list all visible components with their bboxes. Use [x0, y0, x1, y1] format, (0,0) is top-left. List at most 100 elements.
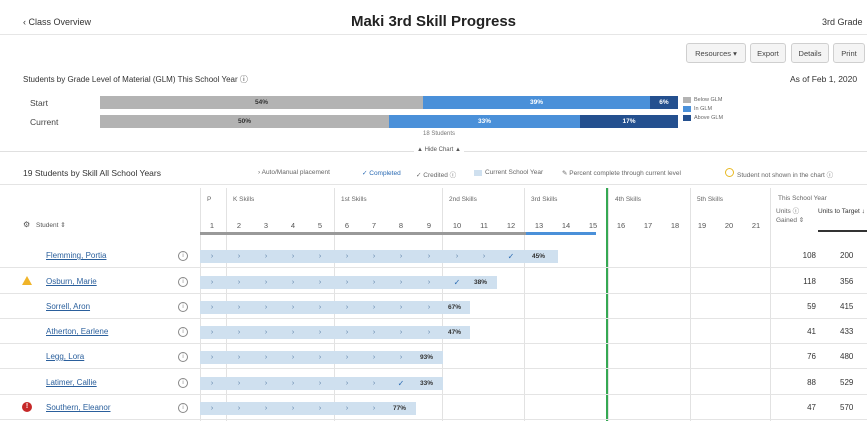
placement-arrow-icon: ›	[372, 405, 376, 412]
start-below-pct: 54%	[254, 99, 268, 106]
placement-arrow-icon: ›	[345, 380, 349, 387]
skill-number-19: 19	[697, 221, 707, 230]
group-separator-end	[770, 188, 771, 421]
student-info-icon[interactable]: i	[178, 251, 188, 261]
placement-arrow-icon: ›	[264, 279, 268, 286]
placement-arrow-icon: ›	[372, 304, 376, 311]
current-above-pct: 17%	[622, 118, 636, 125]
placement-arrow-icon: ›	[427, 279, 431, 286]
group-separator-4	[524, 188, 525, 421]
warning-icon	[22, 276, 32, 285]
skill-number-2: 2	[236, 221, 242, 230]
skill-group-2: 1st Skills	[341, 196, 367, 203]
placement-arrow-icon: ›	[345, 354, 349, 361]
legend-current-year: Current School Year	[485, 169, 544, 176]
placement-arrow-icon: ›	[372, 329, 376, 336]
legend-above-label: Above GLM	[694, 115, 724, 121]
grade-label: 3rd Grade	[822, 17, 863, 27]
student-name-link[interactable]: Atherton, Earlene	[46, 327, 108, 336]
units-to-target-header[interactable]: Units to Target ↓	[818, 207, 867, 216]
placement-arrow-icon: ›	[345, 279, 349, 286]
student-info-icon[interactable]: i	[178, 403, 188, 413]
start-above-glm-segment: 6%	[650, 96, 678, 109]
start-below-glm-segment: 54%	[100, 96, 423, 109]
placement-arrow-icon: ›	[264, 354, 268, 361]
export-button[interactable]: Export	[750, 43, 786, 63]
units-gained-value: 41	[807, 327, 816, 336]
row-divider	[0, 368, 867, 369]
student-info-icon[interactable]: i	[178, 277, 188, 287]
student-info-icon[interactable]: i	[178, 352, 188, 362]
skill-number-16: 16	[616, 221, 626, 230]
student-info-icon[interactable]: i	[178, 378, 188, 388]
row-divider	[0, 419, 867, 420]
resources-button[interactable]: Resources ▾	[686, 43, 746, 63]
skill-number-5: 5	[317, 221, 323, 230]
placement-arrow-icon: ›	[399, 354, 403, 361]
current-row-label: Current	[30, 117, 59, 127]
placement-arrow-icon: ›	[264, 253, 268, 260]
current-below-pct: 50%	[237, 118, 251, 125]
legend-below-label: Below GLM	[694, 97, 723, 103]
skill-number-6: 6	[344, 221, 350, 230]
placement-arrow-icon: ›	[372, 253, 376, 260]
group-separator-5	[608, 188, 609, 421]
row-divider	[0, 394, 867, 395]
legend-completed: ✓ Completed	[362, 170, 401, 177]
skills-progress-gray-bar	[200, 232, 526, 235]
completed-check-icon: ✓	[507, 252, 515, 261]
student-name-link[interactable]: Legg, Lora	[46, 352, 84, 361]
skill-group-6: 5th Skills	[697, 196, 724, 203]
skill-group-0: P	[207, 196, 212, 203]
percent-complete: 45%	[532, 253, 546, 260]
placement-arrow-icon: ›	[264, 329, 268, 336]
units-to-target-value: 200	[840, 251, 854, 260]
units-to-target-value: 356	[840, 277, 854, 286]
placement-arrow-icon: ›	[291, 354, 295, 361]
placement-arrow-icon: ›	[291, 279, 295, 286]
placement-arrow-icon: ›	[210, 380, 214, 387]
placement-arrow-icon: ›	[291, 253, 295, 260]
skill-number-17: 17	[643, 221, 653, 230]
skill-number-9: 9	[426, 221, 432, 230]
student-name-link[interactable]: Osburn, Marie	[46, 277, 97, 286]
placement-arrow-icon: ›	[237, 405, 241, 412]
placement-arrow-icon: ›	[345, 253, 349, 260]
placement-arrow-icon: ›	[237, 253, 241, 260]
skill-number-3: 3	[263, 221, 269, 230]
placement-arrow-icon: ›	[399, 253, 403, 260]
legend-in-label: In GLM	[694, 106, 713, 112]
hide-chart-toggle[interactable]: ▲ Hide Chart ▲	[414, 147, 464, 153]
skills-header-divider	[0, 184, 867, 185]
student-name-link[interactable]: Latimer, Callie	[46, 378, 97, 387]
completed-check-icon: ✓	[453, 278, 461, 287]
placement-arrow-icon: ›	[291, 380, 295, 387]
percent-complete: 33%	[420, 380, 434, 387]
placement-arrow-icon: ›	[210, 253, 214, 260]
student-info-icon[interactable]: i	[178, 327, 188, 337]
student-name-link[interactable]: Sorrell, Aron	[46, 302, 90, 311]
placement-arrow-icon: ›	[399, 279, 403, 286]
placement-arrow-icon: ›	[318, 354, 322, 361]
units-gained-value: 59	[807, 302, 816, 311]
print-button[interactable]: Print	[833, 43, 865, 63]
placement-arrow-icon: ›	[345, 329, 349, 336]
details-button[interactable]: Details	[791, 43, 829, 63]
student-info-icon[interactable]: i	[178, 302, 188, 312]
student-name-link[interactable]: Flemming, Portia	[46, 251, 106, 260]
start-in-pct: 39%	[529, 99, 543, 106]
placement-arrow-icon: ›	[427, 253, 431, 260]
units-to-target-value: 415	[840, 302, 854, 311]
row-divider	[0, 343, 867, 344]
placement-arrow-icon: ›	[455, 253, 459, 260]
percent-complete: 67%	[448, 304, 462, 311]
placement-arrow-icon: ›	[237, 380, 241, 387]
placement-arrow-icon: ›	[482, 253, 486, 260]
placement-arrow-icon: ›	[210, 304, 214, 311]
units-gained-header[interactable]: Units ⓘ Gained ⇕	[776, 207, 812, 225]
student-name-link[interactable]: Southern, Eleanor	[46, 403, 111, 412]
skill-group-4: 3rd Skills	[531, 196, 558, 203]
column-settings-icon[interactable]: ⚙	[23, 220, 30, 229]
student-column-header[interactable]: Student ⇕	[36, 221, 66, 229]
placement-arrow-icon: ›	[372, 354, 376, 361]
